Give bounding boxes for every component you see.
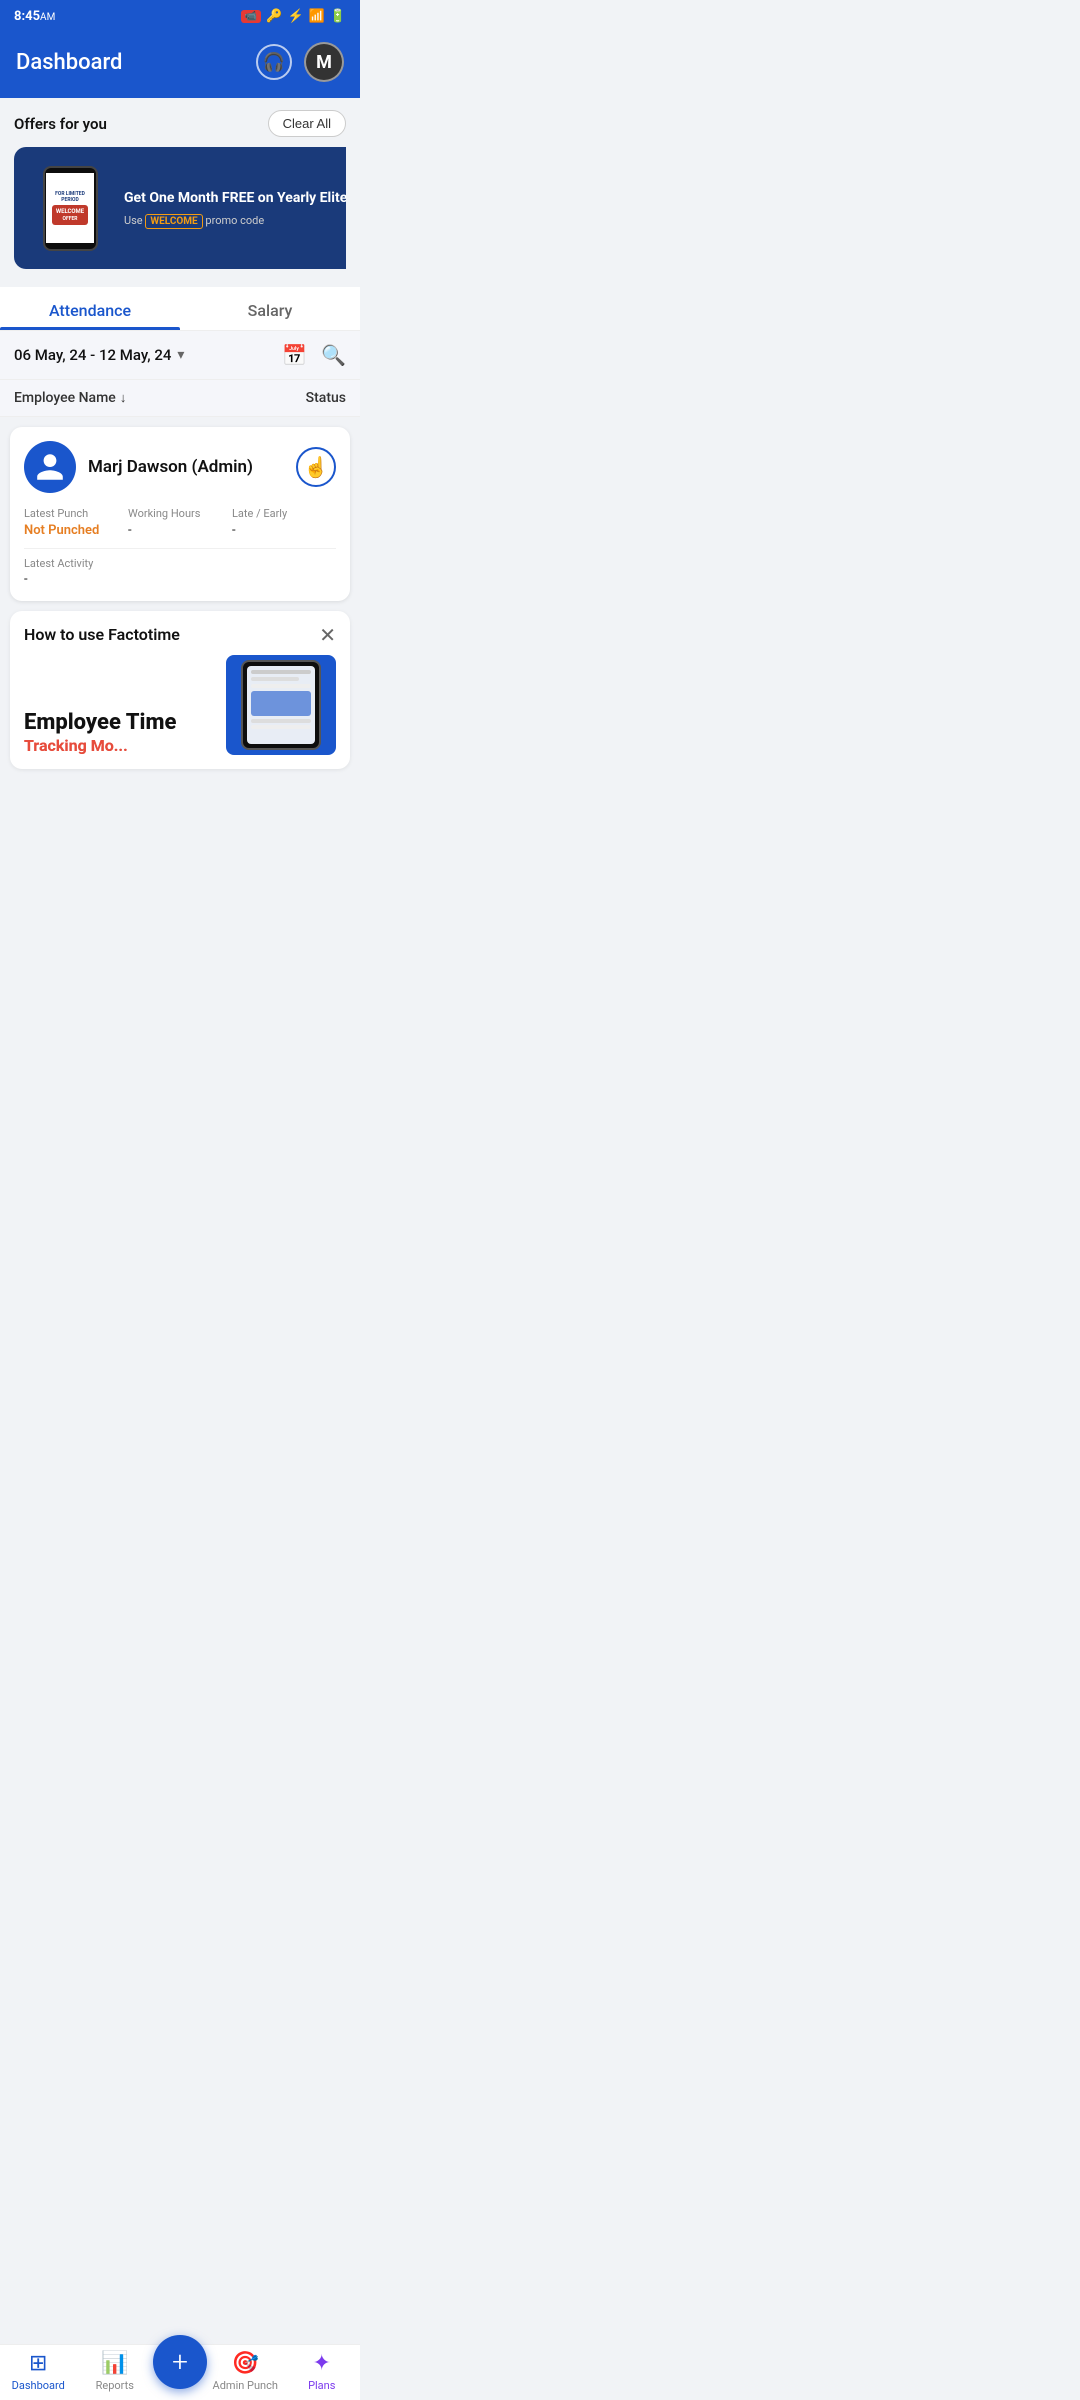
avatar[interactable]: M: [304, 42, 344, 82]
phone-screen: [247, 666, 315, 744]
how-to-title: How to use Factotime: [24, 625, 180, 644]
plans-icon: ✦: [313, 2351, 331, 2376]
nav-plans[interactable]: ✦ Plans: [284, 2351, 361, 2392]
bottom-nav: ⊞ Dashboard 📊 Reports + 🎯 Admin Punch ✦ …: [0, 2344, 360, 2400]
nav-admin-punch[interactable]: 🎯 Admin Punch: [207, 2351, 284, 2392]
stat-latest-punch: Latest Punch Not Punched: [24, 507, 128, 538]
tab-attendance[interactable]: Attendance: [0, 287, 180, 330]
header-icons: 🎧 M: [256, 42, 344, 82]
wifi-icon: 📶: [309, 9, 325, 24]
nav-reports[interactable]: 📊 Reports: [77, 2351, 154, 2392]
offers-section: Offers for you Clear All FOR LIMITED PER…: [0, 98, 360, 279]
offers-scroll: FOR LIMITED PERIOD WELCOME OFFER Get One…: [14, 147, 346, 279]
plans-label: Plans: [308, 2379, 335, 2392]
offers-header: Offers for you Clear All: [14, 110, 346, 137]
close-button[interactable]: ✕: [319, 625, 336, 645]
latest-activity-value: -: [24, 572, 336, 587]
how-to-header: How to use Factotime ✕: [24, 625, 336, 645]
touch-button[interactable]: ☝: [296, 447, 336, 487]
date-range-label: 06 May, 24 - 12 May, 24: [14, 346, 171, 364]
latest-punch-label: Latest Punch: [24, 507, 128, 520]
tab-salary[interactable]: Salary: [180, 287, 360, 330]
stat-late-early: Late / Early -: [232, 507, 336, 538]
late-early-value: -: [232, 523, 336, 538]
offer-promo: Use WELCOME promo code: [124, 214, 346, 227]
working-hours-value: -: [128, 523, 232, 538]
employee-avatar: [24, 441, 76, 493]
phone-inner: [241, 660, 321, 750]
status-bar: 8:45AM 📹 🔑 ⚡ 📶 🔋: [0, 0, 360, 32]
nav-dashboard[interactable]: ⊞ Dashboard: [0, 2351, 77, 2392]
how-to-text-area: Employee Time Tracking Mo...: [24, 710, 216, 755]
date-range-bar: 06 May, 24 - 12 May, 24 ▾ 📅 🔍: [0, 331, 360, 380]
dashboard-label: Dashboard: [12, 2379, 65, 2392]
battery-icon: 🔋: [330, 9, 346, 24]
offer-phone-image: FOR LIMITED PERIOD WELCOME OFFER: [30, 163, 110, 253]
sort-down-icon: ↓: [120, 390, 127, 406]
how-to-phone-image: [226, 655, 336, 755]
working-hours-label: Working Hours: [128, 507, 232, 520]
admin-punch-label: Admin Punch: [213, 2379, 278, 2392]
table-header: Employee Name ↓ Status: [0, 380, 360, 417]
latest-punch-value: Not Punched: [24, 523, 128, 538]
badge-offer: OFFER: [56, 216, 84, 222]
how-to-big-text: Employee Time: [24, 710, 216, 736]
headset-icon: 🎧: [263, 52, 285, 73]
search-icon[interactable]: 🔍: [321, 343, 346, 367]
key-icon: 🔑: [266, 9, 282, 24]
touch-icon: ☝: [304, 455, 329, 479]
badge-line1: FOR LIMITED PERIOD: [50, 191, 90, 203]
column-employee-name[interactable]: Employee Name ↓: [14, 390, 126, 406]
employee-name: Marj Dawson (Admin): [88, 457, 284, 477]
status-icons: 📹 🔑 ⚡ 📶 🔋: [241, 9, 346, 24]
employee-card-header: Marj Dawson (Admin) ☝: [24, 441, 336, 493]
header: Dashboard 🎧 M: [0, 32, 360, 98]
late-early-label: Late / Early: [232, 507, 336, 520]
offer-text: Get One Month FREE on Yearly Elite Plan …: [124, 189, 346, 226]
latest-activity-label: Latest Activity: [24, 557, 336, 570]
badge-welcome: WELCOME: [56, 208, 84, 215]
status-time: 8:45AM: [14, 9, 55, 24]
offers-title: Offers for you: [14, 115, 107, 133]
person-icon: [34, 451, 66, 483]
stat-working-hours: Working Hours -: [128, 507, 232, 538]
latest-activity-section: Latest Activity -: [24, 548, 336, 587]
column-status: Status: [306, 390, 346, 406]
reports-icon: 📊: [101, 2351, 128, 2376]
offer-main-text: Get One Month FREE on Yearly Elite Plan: [124, 189, 346, 207]
how-to-card: How to use Factotime ✕ Employee Time Tra…: [10, 611, 350, 769]
date-action-icons: 📅 🔍: [282, 343, 346, 367]
tabs-container: Attendance Salary: [0, 287, 360, 331]
promo-code: WELCOME: [145, 214, 202, 229]
clear-all-button[interactable]: Clear All: [268, 110, 346, 137]
plus-icon: +: [172, 2348, 188, 2376]
chevron-down-icon: ▾: [177, 347, 184, 363]
fab-button[interactable]: +: [153, 2335, 207, 2389]
date-range-selector[interactable]: 06 May, 24 - 12 May, 24 ▾: [14, 346, 184, 364]
calendar-icon[interactable]: 📅: [282, 343, 307, 367]
page-title: Dashboard: [16, 50, 122, 75]
offer-card-1[interactable]: FOR LIMITED PERIOD WELCOME OFFER Get One…: [14, 147, 346, 269]
reports-label: Reports: [96, 2379, 134, 2392]
how-to-content: Employee Time Tracking Mo...: [24, 655, 336, 755]
how-to-sub-text: Tracking Mo...: [24, 736, 216, 755]
employee-card: Marj Dawson (Admin) ☝ Latest Punch Not P…: [10, 427, 350, 601]
support-button[interactable]: 🎧: [256, 44, 292, 80]
avatar-letter: M: [316, 52, 332, 73]
admin-punch-icon: 🎯: [232, 2351, 259, 2376]
video-icon: 📹: [241, 10, 261, 23]
dashboard-icon: ⊞: [29, 2351, 47, 2376]
welcome-badge: WELCOME OFFER: [52, 205, 88, 224]
bluetooth-icon: ⚡: [287, 9, 303, 24]
employee-stats: Latest Punch Not Punched Working Hours -…: [24, 507, 336, 538]
